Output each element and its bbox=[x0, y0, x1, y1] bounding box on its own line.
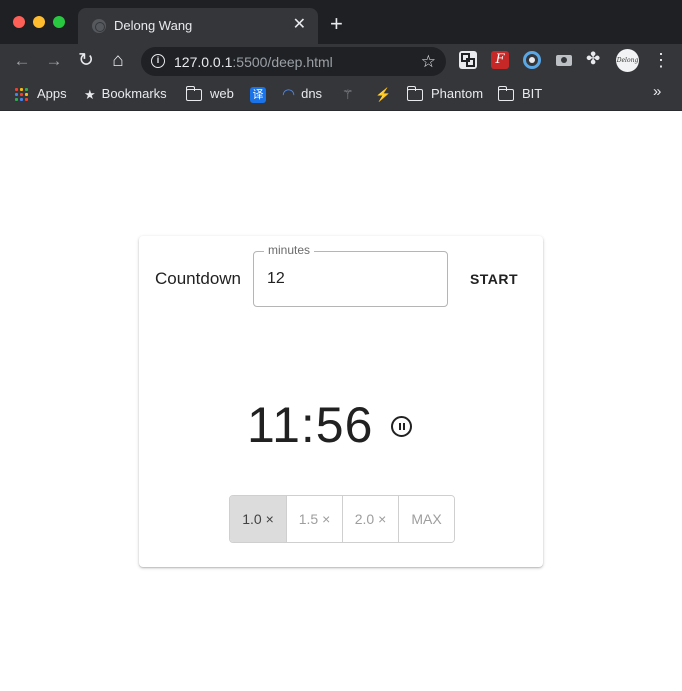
speed-2x-button[interactable]: 2.0 × bbox=[342, 496, 398, 542]
cloud-icon: ◠ bbox=[282, 85, 296, 103]
minutes-input[interactable] bbox=[267, 270, 437, 288]
reload-button[interactable]: ↻ bbox=[75, 50, 97, 72]
globe-icon bbox=[92, 19, 106, 33]
bookmark-bit[interactable]: BIT bbox=[497, 85, 542, 103]
browser-toolbar: ← → ↻ ⌂ i 127.0.0.1:5500/deep.html ☆ F ✤… bbox=[0, 44, 682, 78]
close-window-button[interactable] bbox=[13, 16, 25, 28]
profile-avatar[interactable]: Delong bbox=[616, 49, 639, 72]
folder-icon bbox=[497, 85, 514, 101]
folder-icon bbox=[406, 85, 423, 101]
speed-toggle-group: 1.0 × 1.5 × 2.0 × MAX bbox=[229, 495, 455, 543]
home-button[interactable]: ⌂ bbox=[107, 50, 129, 72]
countdown-title: Countdown bbox=[155, 269, 242, 288]
apps-grid-icon bbox=[15, 87, 29, 102]
star-icon: ★ bbox=[84, 86, 96, 102]
speed-max-button[interactable]: MAX bbox=[398, 496, 454, 542]
pause-icon[interactable] bbox=[391, 416, 412, 437]
close-tab-icon[interactable]: ✕ bbox=[293, 16, 306, 34]
bookmark-star-icon[interactable]: ☆ bbox=[421, 52, 436, 72]
browser-tab[interactable]: Delong Wang ✕ bbox=[78, 8, 318, 44]
new-tab-button[interactable]: + bbox=[330, 13, 343, 35]
circle-extension-icon[interactable] bbox=[523, 51, 541, 69]
translate-icon: 译 bbox=[250, 86, 266, 103]
speed-1-5x-button[interactable]: 1.5 × bbox=[286, 496, 342, 542]
maximize-window-button[interactable] bbox=[53, 16, 65, 28]
address-bar[interactable]: i 127.0.0.1:5500/deep.html ☆ bbox=[141, 47, 446, 76]
qr-code-extension-icon[interactable] bbox=[459, 51, 477, 69]
minimize-window-button[interactable] bbox=[33, 16, 45, 28]
forward-button[interactable]: → bbox=[43, 50, 65, 72]
menu-dots-icon[interactable]: ⋮ bbox=[652, 50, 670, 70]
bookmarks-bar: Apps ★ Bookmarks web 译 ◠ dns ⚚ ⚡ Phantom B… bbox=[0, 78, 682, 111]
countdown-card: Countdown minutes START 11:56 1.0 × 1.5 … bbox=[139, 236, 543, 567]
more-bookmarks-icon[interactable]: » bbox=[653, 83, 661, 100]
info-icon[interactable]: i bbox=[151, 54, 165, 68]
bookmark-dns[interactable]: ◠ dns bbox=[282, 85, 322, 103]
browser-titlebar: Delong Wang ✕ + bbox=[0, 0, 682, 44]
bookmark-apps[interactable]: Apps bbox=[15, 85, 67, 103]
f-extension-icon[interactable]: F bbox=[491, 51, 509, 69]
bookmark-phantom[interactable]: Phantom bbox=[406, 85, 483, 103]
tab-title: Delong Wang bbox=[114, 18, 193, 33]
camera-extension-icon[interactable] bbox=[555, 51, 573, 69]
speed-1x-button[interactable]: 1.0 × bbox=[230, 496, 286, 542]
extensions-puzzle-icon[interactable]: ✤ bbox=[586, 49, 600, 69]
url-text[interactable]: 127.0.0.1:5500/deep.html bbox=[174, 54, 333, 70]
bookmark-arrow[interactable]: ⚡ bbox=[375, 85, 397, 103]
arrow-logo-icon: ⚡ bbox=[375, 86, 392, 102]
time-display: 11:56 bbox=[247, 397, 374, 453]
bookmark-web[interactable]: web bbox=[185, 85, 234, 103]
sprite-icon: ⚚ bbox=[342, 86, 354, 102]
minutes-label: minutes bbox=[264, 243, 315, 257]
minutes-field[interactable]: minutes bbox=[253, 243, 448, 307]
start-button[interactable]: START bbox=[461, 264, 527, 294]
folder-icon bbox=[185, 85, 202, 101]
bookmark-bookmarks[interactable]: ★ Bookmarks bbox=[84, 85, 167, 103]
bookmark-sprite[interactable]: ⚚ bbox=[342, 85, 360, 103]
back-button[interactable]: ← bbox=[11, 50, 33, 72]
bookmark-translate[interactable]: 译 bbox=[250, 85, 266, 103]
